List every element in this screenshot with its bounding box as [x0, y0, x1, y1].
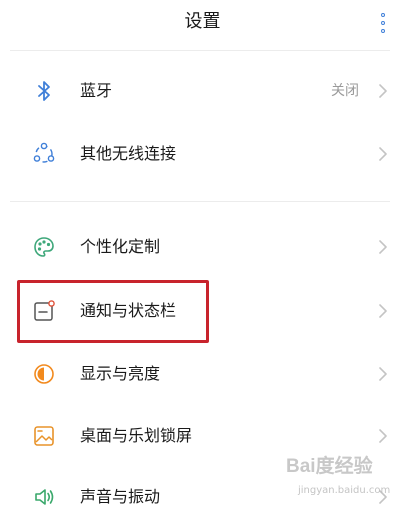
settings-item-display[interactable]: 显示与亮度: [0, 345, 405, 403]
watermark: Bai度经验 jingyan.baidu.com: [286, 456, 402, 506]
wireless-connections-icon: [30, 140, 58, 168]
page-title: 设置: [184, 11, 221, 32]
more-options-button[interactable]: [376, 11, 392, 35]
divider: [10, 50, 390, 51]
sound-icon: [30, 483, 58, 511]
chevron-right-icon: [376, 145, 390, 163]
divider: [10, 201, 390, 202]
settings-item-bluetooth[interactable]: 蓝牙 关闭: [0, 62, 405, 120]
brightness-icon: [30, 360, 58, 388]
settings-item-other-wireless[interactable]: 其他无线连接: [0, 125, 405, 183]
bluetooth-status: 关闭: [331, 83, 359, 99]
settings-item-personalization[interactable]: 个性化定制: [0, 218, 405, 276]
palette-icon: [30, 233, 58, 261]
chevron-right-icon: [376, 82, 390, 100]
more-dot: [381, 29, 385, 33]
settings-item-label: 显示与亮度: [80, 364, 161, 383]
chevron-right-icon: [376, 427, 390, 445]
chevron-right-icon: [376, 302, 390, 320]
more-dot: [381, 21, 385, 25]
watermark-brand: Bai度经验: [286, 456, 373, 477]
bluetooth-icon: [30, 77, 58, 105]
settings-item-label: 蓝牙: [80, 81, 113, 100]
settings-screen: 设置 蓝牙 关闭 其他无线连接 个性化定制 通知与状态栏 显示与亮度 桌面与乐划…: [0, 0, 405, 512]
settings-item-label: 其他无线连接: [80, 144, 177, 163]
chevron-right-icon: [376, 238, 390, 256]
settings-item-label: 声音与振动: [80, 487, 161, 506]
header-bar: 设置: [0, 0, 405, 46]
settings-item-label: 个性化定制: [80, 237, 161, 256]
watermark-url: jingyan.baidu.com: [298, 485, 391, 496]
wallpaper-icon: [30, 422, 58, 450]
highlight-box: [17, 280, 209, 343]
chevron-right-icon: [376, 365, 390, 383]
more-vertical-icon: [381, 13, 385, 17]
settings-item-label: 桌面与乐划锁屏: [80, 426, 193, 445]
